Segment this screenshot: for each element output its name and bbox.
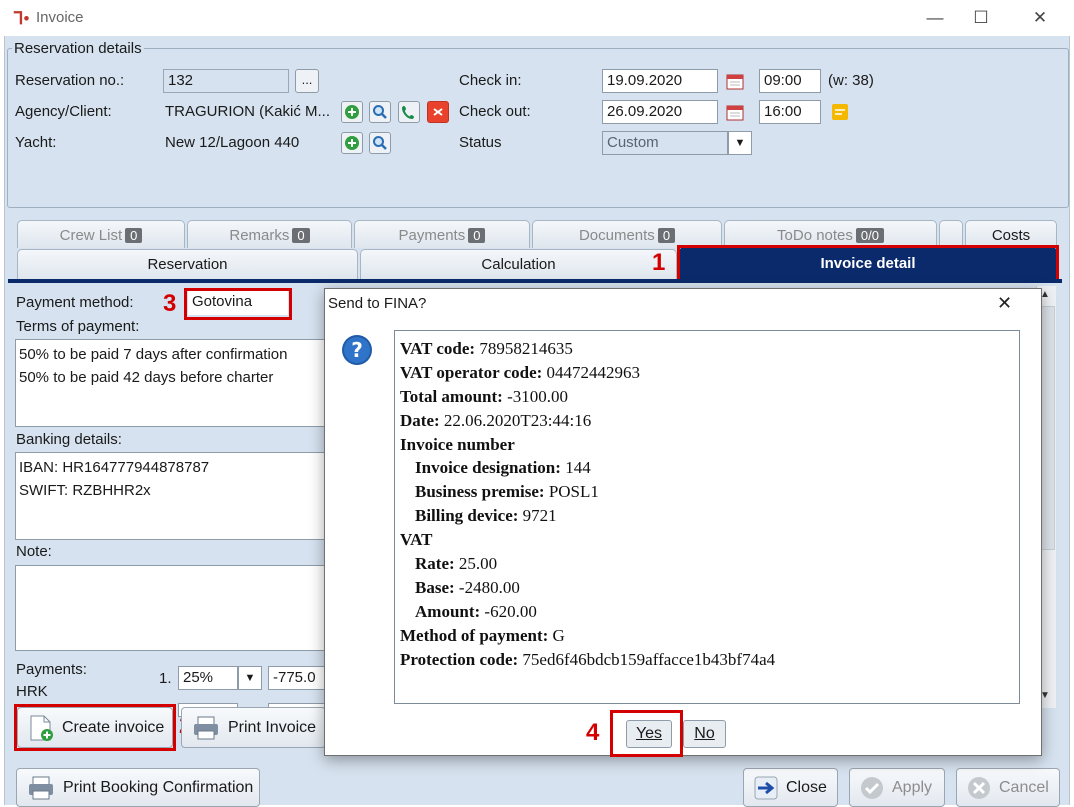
arrow-right-icon (754, 776, 778, 799)
apply-button[interactable]: Apply (849, 768, 945, 807)
check-in-label: Check in: (459, 72, 522, 89)
close-window-button[interactable]: ✕ (1017, 4, 1063, 32)
add-client-icon[interactable] (341, 101, 363, 123)
yacht-value: New 12/Lagoon 440 (165, 134, 300, 151)
print-booking-confirmation-button[interactable]: Print Booking Confirmation (16, 768, 260, 807)
reservation-browse-button[interactable]: ... (295, 69, 319, 93)
info-line: Rate: 25.00 (415, 554, 498, 574)
check-out-calendar-icon[interactable] (724, 101, 746, 123)
tab-underline (8, 279, 1062, 283)
payment-method-label: Payment method: (16, 294, 134, 311)
check-out-time-field[interactable]: 16:00 (759, 100, 821, 124)
agency-client-value: TRAGURION (Kakić M... (165, 103, 331, 120)
fina-info: VAT code: 78958214635 VAT operator code:… (400, 337, 1012, 671)
add-yacht-icon[interactable] (341, 132, 363, 154)
info-line: Date: 22.06.2020T23:44:16 (400, 410, 592, 430)
tab-costs[interactable]: Costs (965, 220, 1057, 248)
yacht-label: Yacht: (15, 134, 57, 151)
check-icon (861, 776, 883, 799)
window-title: Invoice (36, 9, 84, 26)
info-line: VAT operator code: 04472442963 (400, 362, 641, 382)
tab-todo-notes[interactable]: ToDo notes 0/0 (724, 220, 937, 248)
annotation-number-1: 1 (652, 249, 666, 276)
info-line: Business premise: POSL1 (415, 482, 599, 502)
highlight-box-2 (14, 704, 176, 751)
tab-spacer (939, 220, 963, 248)
svg-text:?: ? (351, 338, 363, 362)
status-select[interactable]: Custom (602, 131, 728, 155)
payment-percent-dropdown-icon[interactable]: ▼ (238, 666, 262, 690)
search-yacht-icon[interactable] (369, 132, 391, 154)
highlight-box-3 (184, 288, 292, 320)
info-line: Total amount: -3100.00 (400, 386, 568, 406)
terms-of-payment-label: Terms of payment: (16, 318, 140, 335)
note-label: Note: (16, 543, 52, 560)
tab-calculation[interactable]: Calculation (360, 249, 677, 279)
payment-index: 1. (159, 670, 172, 687)
remove-client-icon[interactable] (427, 101, 449, 123)
info-line: Amount: -620.00 (415, 601, 537, 621)
no-button[interactable]: No (683, 720, 726, 748)
note-textarea[interactable] (15, 565, 345, 651)
highlight-box-1 (677, 245, 1059, 282)
agency-client-label: Agency/Client: (15, 103, 112, 120)
info-line: VAT (400, 530, 433, 550)
check-out-date-field[interactable]: 26.09.2020 (602, 100, 718, 124)
print-invoice-button[interactable]: Print Invoice (181, 707, 326, 748)
banking-details-textarea[interactable]: IBAN: HR164777944878787 SWIFT: RZBHHR2x (15, 452, 345, 540)
maximize-button[interactable]: ☐ (958, 4, 1004, 32)
week-number: (w: 38) (828, 72, 874, 89)
phone-icon[interactable] (398, 101, 420, 123)
dialog-close-button[interactable]: ✕ (997, 293, 1012, 314)
cancel-icon (968, 776, 990, 799)
status-label: Status (459, 134, 502, 151)
currency-label: HRK (16, 683, 48, 700)
payment-percent-select[interactable]: 25% (178, 666, 238, 690)
tab-payments[interactable]: Payments 0 (354, 220, 530, 248)
info-line: Invoice designation: 144 (415, 458, 591, 478)
terms-of-payment-textarea[interactable]: 50% to be paid 7 days after confirmation… (15, 339, 345, 427)
info-line: Protection code: 75ed6f46bdcb159affacce1… (400, 649, 776, 669)
payments-label: Payments: (16, 661, 87, 678)
tab-documents[interactable]: Documents 0 (532, 220, 722, 248)
printer-icon (29, 776, 53, 799)
annotation-number-3: 3 (163, 290, 177, 317)
printer-icon (194, 716, 218, 739)
banking-details-label: Banking details: (16, 431, 122, 448)
tab-crew-list[interactable]: Crew List 0 (17, 220, 185, 248)
question-icon: ? (341, 334, 373, 370)
check-in-date-field[interactable]: 19.09.2020 (602, 69, 718, 93)
search-client-icon[interactable] (369, 101, 391, 123)
annotation-number-4: 4 (586, 719, 600, 746)
close-button[interactable]: Close (743, 768, 838, 807)
tab-reservation[interactable]: Reservation (17, 249, 358, 279)
check-out-label: Check out: (459, 103, 531, 120)
sticky-note-icon[interactable] (829, 101, 851, 123)
info-line: Invoice number (400, 434, 515, 454)
payment-amount-field[interactable]: -775.0 (268, 666, 328, 690)
reservation-details-legend: Reservation details (12, 40, 144, 57)
minimize-button[interactable]: — (912, 4, 958, 32)
check-in-calendar-icon[interactable] (724, 70, 746, 92)
reservation-no-field[interactable]: 132 (163, 69, 289, 93)
tab-remarks[interactable]: Remarks 0 (187, 220, 352, 248)
status-dropdown-arrow-icon[interactable]: ▼ (728, 131, 752, 155)
info-line: VAT code: 78958214635 (400, 339, 573, 358)
reservation-no-label: Reservation no.: (15, 72, 125, 89)
info-line: Billing device: 9721 (415, 506, 557, 526)
dialog-title: Send to FINA? (328, 295, 427, 312)
cancel-button[interactable]: Cancel (956, 768, 1060, 807)
info-line: Base: -2480.00 (415, 577, 520, 597)
app-logo-icon: ⅂• (14, 9, 30, 28)
highlight-box-4 (610, 710, 683, 757)
check-in-time-field[interactable]: 09:00 (759, 69, 821, 93)
info-line: Method of payment: G (400, 625, 565, 645)
